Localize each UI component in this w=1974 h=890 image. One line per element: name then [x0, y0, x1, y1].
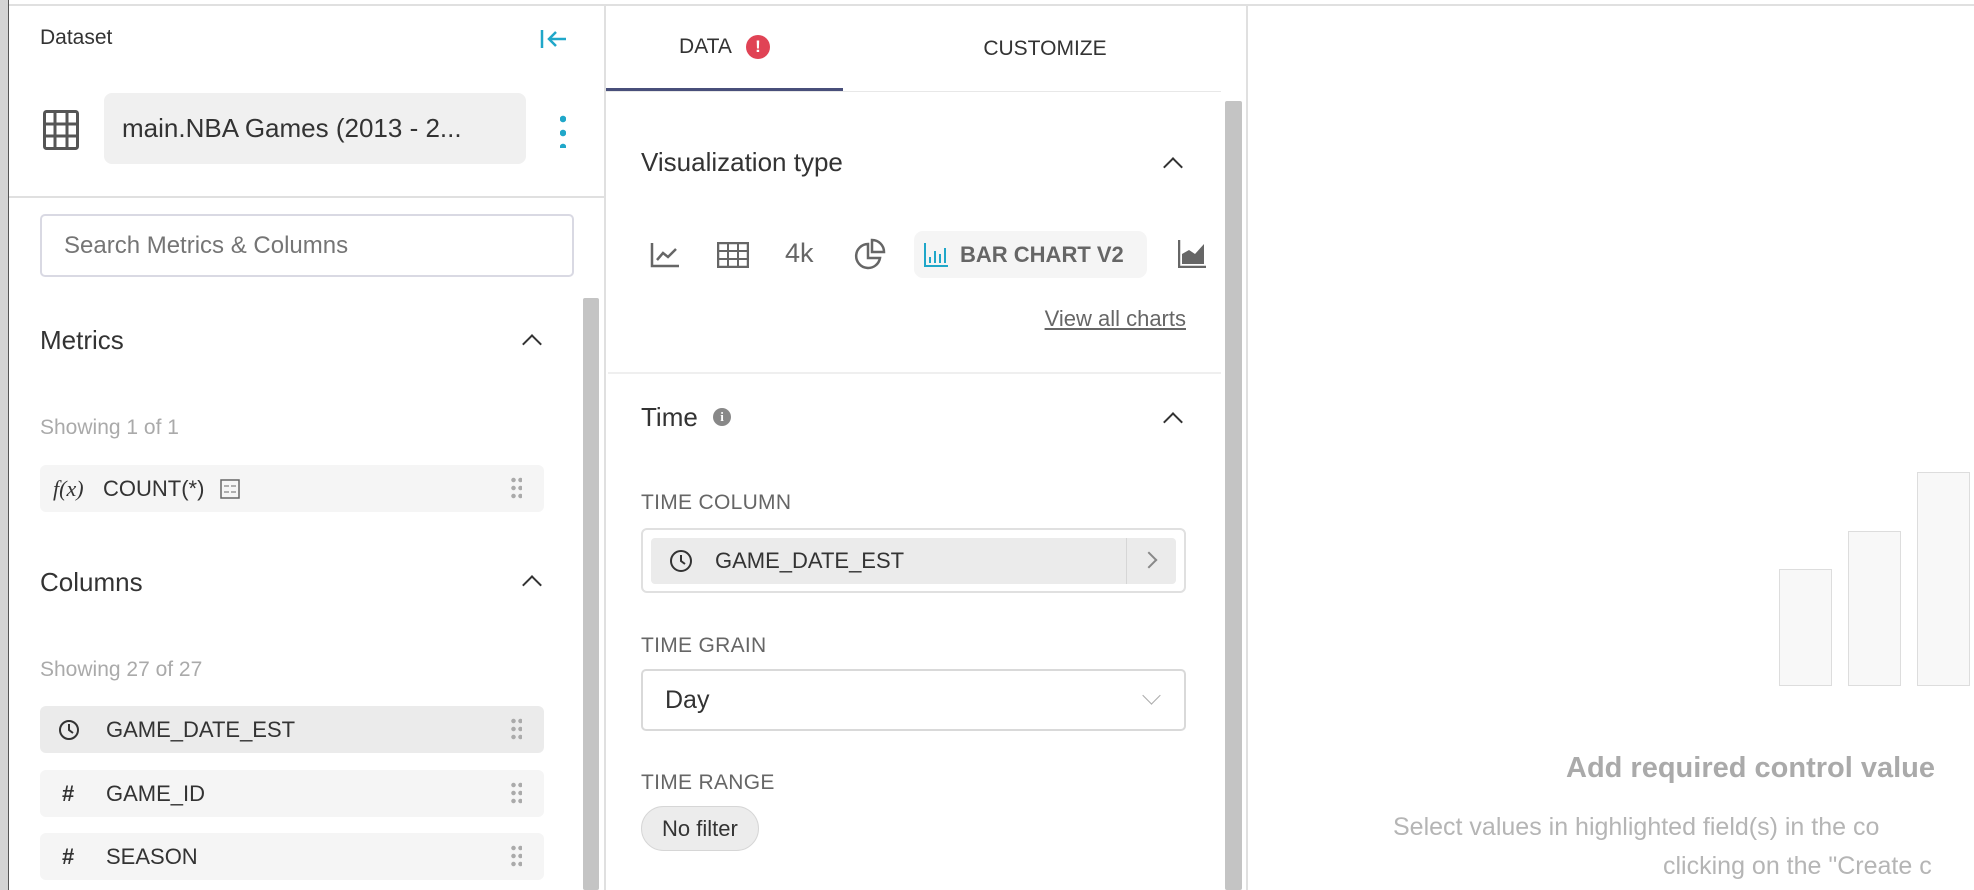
tab-data[interactable]: DATA !	[606, 6, 843, 91]
dataset-selector[interactable]: main.NBA Games (2013 - 2...	[104, 93, 526, 164]
column-item[interactable]: # GAME_ID	[40, 770, 544, 817]
placeholder-bar-icon	[1917, 472, 1970, 686]
search-input[interactable]	[40, 214, 574, 277]
drag-handle-icon[interactable]	[510, 476, 522, 500]
time-column-chip[interactable]: GAME_DATE_EST	[651, 538, 1176, 584]
time-range-label: TIME RANGE	[641, 771, 775, 794]
viz-bar-chart-v2[interactable]: BAR CHART V2	[914, 231, 1147, 278]
clock-icon	[59, 719, 79, 740]
control-panel-scrollbar[interactable]	[1225, 101, 1242, 890]
viz-type-title: Visualization type	[641, 147, 843, 177]
info-icon[interactable]: i	[713, 408, 731, 426]
table-icon	[43, 110, 79, 150]
metric-label: COUNT(*)	[103, 475, 205, 501]
metrics-title: Metrics	[40, 325, 124, 355]
drag-handle-icon[interactable]	[510, 717, 522, 741]
empty-state-description-line2: clicking on the "Create c	[1663, 852, 1932, 880]
columns-count: Showing 27 of 27	[40, 658, 203, 681]
area-chart-icon[interactable]	[1178, 240, 1206, 268]
drag-handle-icon[interactable]	[510, 844, 522, 868]
column-item[interactable]: GAME_DATE_EST	[40, 706, 544, 753]
metrics-count: Showing 1 of 1	[40, 416, 179, 439]
function-icon: f(x)	[53, 475, 84, 501]
more-options-icon[interactable]	[560, 112, 566, 148]
hash-icon: #	[62, 843, 75, 869]
column-label: GAME_ID	[106, 780, 206, 806]
empty-state-description: Select values in highlighted field(s) in…	[1393, 813, 1880, 841]
columns-title: Columns	[40, 567, 143, 597]
time-grain-select[interactable]: Day	[641, 669, 1186, 731]
hash-icon: #	[62, 780, 75, 806]
column-item[interactable]: # SEASON	[40, 833, 544, 880]
column-label: SEASON	[106, 843, 198, 869]
view-all-charts-link[interactable]: View all charts	[1045, 306, 1186, 332]
sidebar-scrollbar[interactable]	[583, 298, 599, 890]
column-label: GAME_DATE_EST	[106, 716, 296, 742]
divider	[608, 372, 1221, 374]
big-number-icon[interactable]: 4k	[785, 238, 814, 269]
sql-expression-icon	[220, 478, 241, 499]
error-icon: !	[745, 35, 770, 59]
tab-data-label: DATA	[679, 35, 732, 58]
divider	[606, 91, 1221, 92]
tab-customize[interactable]: CUSTOMIZE	[920, 6, 1170, 91]
chevron-down-icon	[1142, 686, 1161, 705]
time-grain-value: Day	[665, 686, 710, 714]
viz-selected-label: BAR CHART V2	[960, 241, 1124, 267]
time-grain-label: TIME GRAIN	[641, 634, 767, 657]
time-column-value: GAME_DATE_EST	[715, 548, 905, 573]
control-panel	[606, 6, 1248, 890]
chevron-right-icon[interactable]	[1126, 538, 1176, 584]
placeholder-bar-icon	[1779, 569, 1832, 686]
drag-handle-icon[interactable]	[510, 781, 522, 805]
clock-icon	[670, 550, 692, 572]
line-chart-icon[interactable]	[650, 242, 680, 268]
metric-item[interactable]: f(x) COUNT(*)	[40, 465, 544, 512]
dataset-title: Dataset	[40, 26, 113, 49]
divider	[9, 196, 606, 198]
time-column-label: TIME COLUMN	[641, 491, 792, 514]
pie-chart-icon[interactable]	[854, 238, 886, 272]
table-chart-icon[interactable]	[717, 242, 749, 268]
time-range-filter[interactable]: No filter	[641, 806, 759, 851]
placeholder-bar-icon	[1848, 531, 1901, 686]
time-section-title: Time	[641, 402, 698, 432]
window-edge	[0, 0, 9, 890]
bar-chart-icon	[924, 242, 948, 267]
empty-state-heading: Add required control value	[1566, 752, 1935, 784]
collapse-icon[interactable]	[540, 28, 570, 50]
